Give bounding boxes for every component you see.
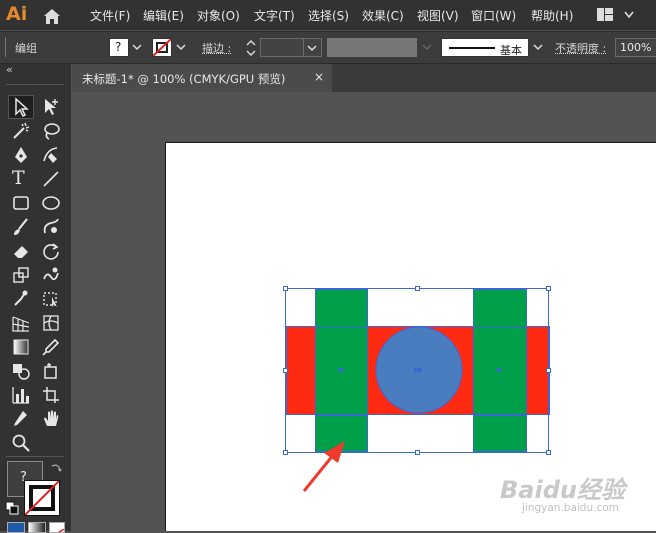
baidu-watermark: Baidu经验 (500, 476, 625, 504)
baidu-watermark-url: jingyan.baidu.com (522, 502, 619, 514)
artwork-layer (283, 286, 551, 492)
